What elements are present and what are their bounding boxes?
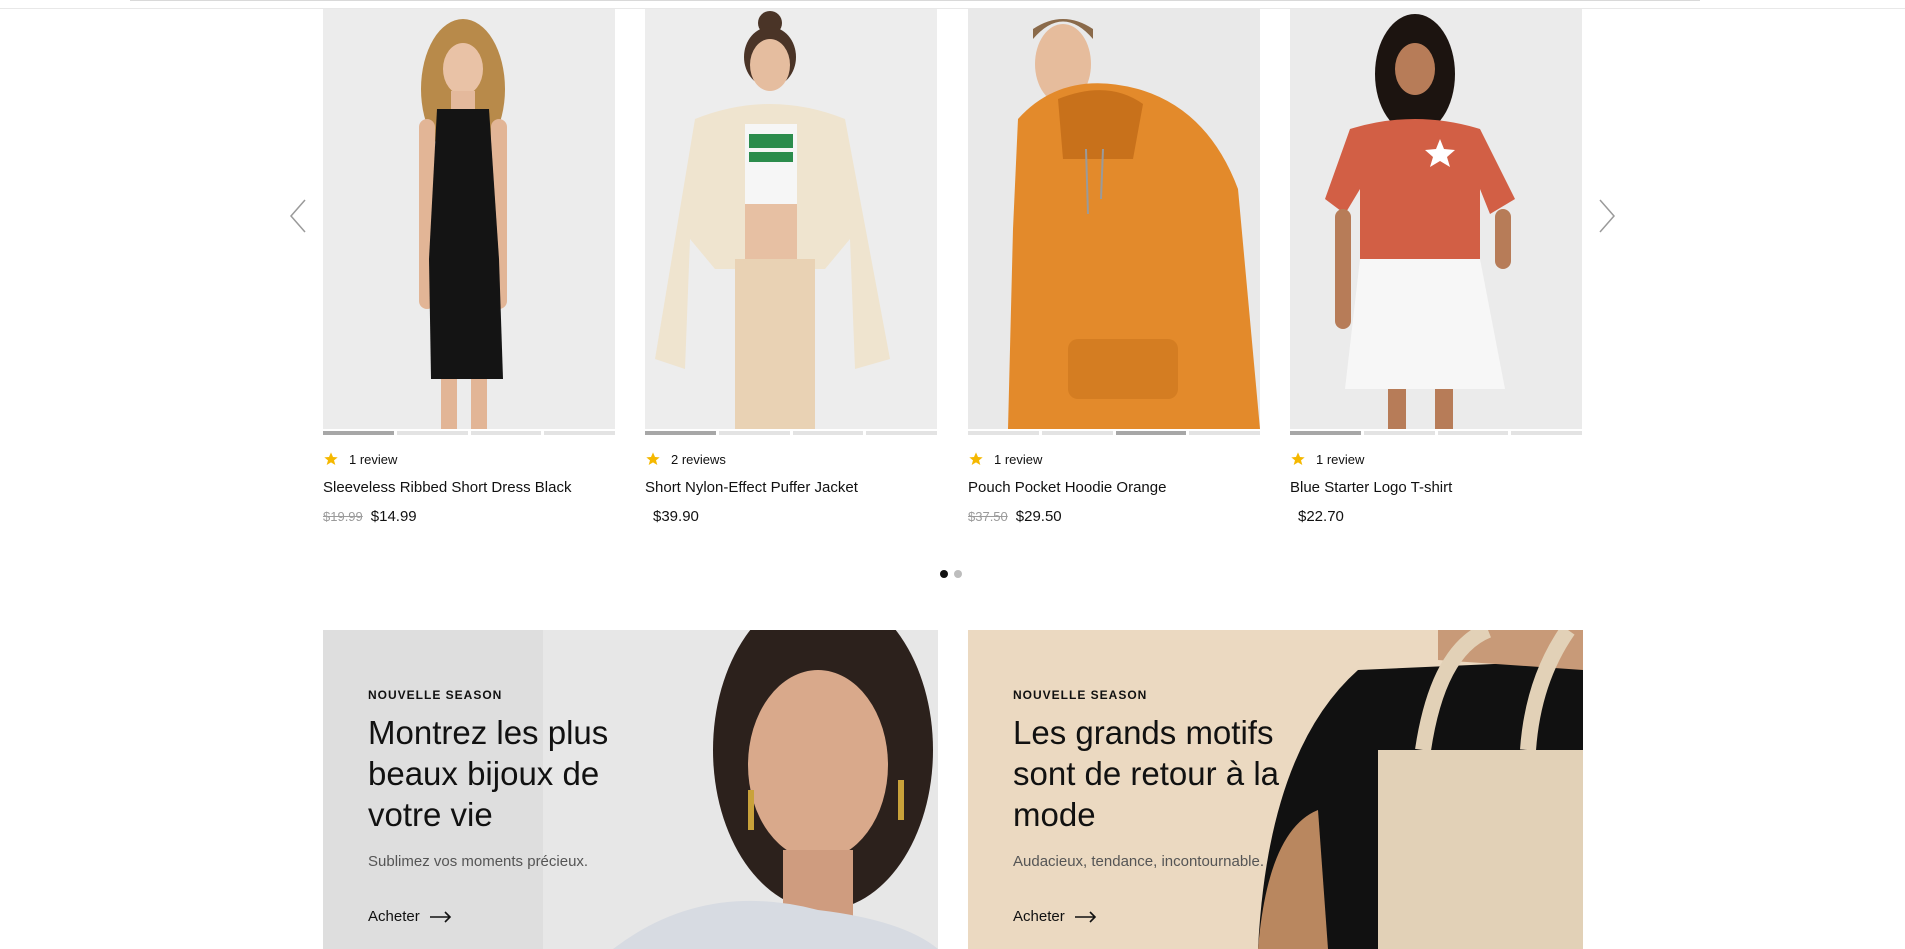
banner-eyebrow: NOUVELLE SEASON bbox=[1013, 688, 1148, 702]
star-icon bbox=[969, 452, 983, 465]
price: $22.70 bbox=[1298, 508, 1344, 525]
chevron-left-icon bbox=[290, 199, 306, 233]
product-carousel: 1 review Sleeveless Ribbed Short Dress B… bbox=[323, 9, 1583, 539]
price: $14.99 bbox=[370, 508, 417, 525]
product-name[interactable]: Sleeveless Ribbed Short Dress Black bbox=[323, 479, 615, 499]
product-photo-hoodie bbox=[968, 9, 1260, 429]
carousel-pagination bbox=[940, 570, 962, 578]
progress-segment bbox=[1437, 431, 1509, 435]
arrow-right-icon bbox=[429, 910, 451, 923]
progress-segment bbox=[1363, 431, 1435, 435]
old-price: $19.99 bbox=[323, 509, 363, 524]
product-name[interactable]: Blue Starter Logo T-shirt bbox=[1290, 479, 1582, 499]
product-photo-puffer-jacket bbox=[645, 9, 937, 429]
price-row: $39.90 bbox=[645, 508, 937, 525]
image-progress bbox=[645, 431, 937, 435]
banner-eyebrow: NOUVELLE SEASON bbox=[368, 688, 503, 702]
top-divider bbox=[0, 0, 1905, 9]
progress-segment bbox=[1041, 431, 1113, 435]
progress-segment bbox=[470, 431, 542, 435]
pagination-dot-2[interactable] bbox=[954, 570, 962, 578]
shop-link[interactable]: Acheter bbox=[1013, 908, 1097, 925]
review-count: 1 review bbox=[994, 451, 1043, 467]
search-bar-edge bbox=[130, 0, 1700, 1]
product-photo-dress bbox=[323, 9, 615, 429]
carousel-prev-button[interactable] bbox=[283, 196, 313, 236]
price-row: $19.99 $14.99 bbox=[323, 508, 615, 525]
product-card[interactable]: 1 review Pouch Pocket Hoodie Orange $37.… bbox=[968, 9, 1260, 525]
progress-segment bbox=[323, 431, 394, 435]
product-card[interactable]: 1 review Blue Starter Logo T-shirt $22.7… bbox=[1290, 9, 1582, 525]
arrow-right-icon bbox=[1074, 910, 1096, 923]
rating: 1 review bbox=[323, 450, 615, 468]
rating: 1 review bbox=[968, 450, 1260, 468]
review-count: 1 review bbox=[1316, 451, 1365, 467]
review-count: 2 reviews bbox=[671, 451, 726, 467]
price: $29.50 bbox=[1015, 508, 1062, 525]
product-card[interactable]: 2 reviews Short Nylon-Effect Puffer Jack… bbox=[645, 9, 937, 525]
progress-segment bbox=[544, 431, 615, 435]
product-image[interactable] bbox=[323, 9, 615, 429]
star-icon bbox=[646, 452, 660, 465]
banner-subtitle: Audacieux, tendance, incontournable. bbox=[1013, 853, 1265, 870]
product-image[interactable] bbox=[645, 9, 937, 429]
promo-banner-jewelry[interactable]: NOUVELLE SEASON Montrez les plus beaux b… bbox=[323, 630, 938, 949]
shop-link-label: Acheter bbox=[1013, 908, 1065, 925]
product-card[interactable]: 1 review Sleeveless Ribbed Short Dress B… bbox=[323, 9, 615, 525]
progress-segment bbox=[396, 431, 468, 435]
shop-link-label: Acheter bbox=[368, 908, 420, 925]
old-price: $37.50 bbox=[968, 509, 1008, 524]
rating: 2 reviews bbox=[645, 450, 937, 468]
banner-title: Les grands motifs sont de retour à la mo… bbox=[1013, 714, 1279, 833]
product-image[interactable] bbox=[1290, 9, 1582, 429]
banner-content: NOUVELLE SEASON Montrez les plus beaux b… bbox=[368, 688, 668, 926]
star-icon bbox=[1291, 452, 1305, 465]
promo-banner-patterns[interactable]: NOUVELLE SEASON Les grands motifs sont d… bbox=[968, 630, 1583, 949]
progress-segment bbox=[792, 431, 864, 435]
progress-segment bbox=[645, 431, 716, 435]
product-name[interactable]: Pouch Pocket Hoodie Orange bbox=[968, 479, 1260, 499]
shop-link[interactable]: Acheter bbox=[368, 908, 452, 925]
progress-segment bbox=[1511, 431, 1582, 435]
image-progress bbox=[323, 431, 615, 435]
progress-segment bbox=[1189, 431, 1260, 435]
product-image[interactable] bbox=[968, 9, 1260, 429]
progress-segment bbox=[968, 431, 1039, 435]
product-name[interactable]: Short Nylon-Effect Puffer Jacket bbox=[645, 479, 937, 499]
rating: 1 review bbox=[1290, 450, 1582, 468]
price: $39.90 bbox=[653, 508, 699, 525]
progress-segment bbox=[1290, 431, 1361, 435]
price-row: $22.70 bbox=[1290, 508, 1582, 525]
review-count: 1 review bbox=[349, 451, 398, 467]
chevron-right-icon bbox=[1599, 199, 1615, 233]
progress-segment bbox=[718, 431, 790, 435]
banner-content: NOUVELLE SEASON Les grands motifs sont d… bbox=[1013, 688, 1313, 926]
carousel-next-button[interactable] bbox=[1592, 196, 1622, 236]
banner-title: Montrez les plus beaux bijoux de votre v… bbox=[368, 714, 609, 833]
image-progress bbox=[968, 431, 1260, 435]
star-icon bbox=[324, 452, 338, 465]
progress-segment bbox=[866, 431, 937, 435]
product-photo-tshirt bbox=[1290, 9, 1582, 429]
progress-segment bbox=[1115, 431, 1187, 435]
pagination-dot-1[interactable] bbox=[940, 570, 948, 578]
promo-banners: NOUVELLE SEASON Montrez les plus beaux b… bbox=[323, 630, 1583, 949]
price-row: $37.50 $29.50 bbox=[968, 508, 1260, 525]
image-progress bbox=[1290, 431, 1582, 435]
banner-subtitle: Sublimez vos moments précieux. bbox=[368, 853, 589, 870]
